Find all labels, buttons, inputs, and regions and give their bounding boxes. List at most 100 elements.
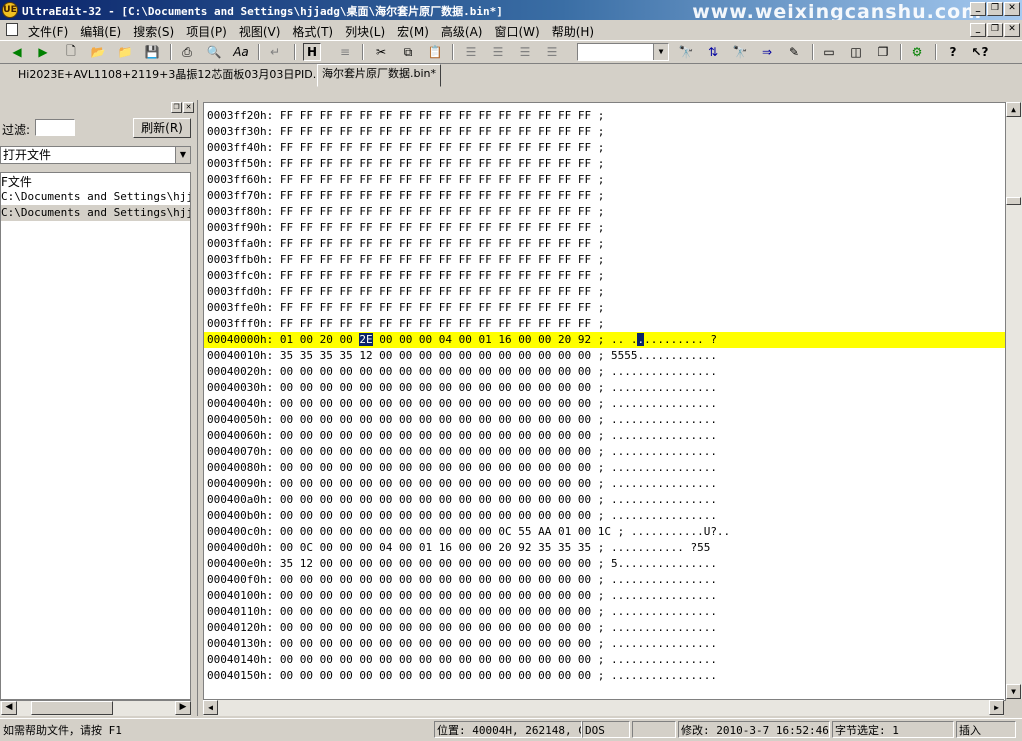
word-wrap-icon[interactable]: ↵	[266, 43, 284, 61]
open-files-dropdown[interactable]: 打开文件 ▼	[0, 146, 191, 164]
hex-line[interactable]: 000400f0h: 00 00 00 00 00 00 00 00 00 00…	[204, 572, 1005, 588]
chevron-down-icon[interactable]: ▼	[175, 147, 190, 163]
tab-file-pid[interactable]: Hi2023E+AVL1108+2119+3晶振12芯面板03月03日PID.b…	[14, 66, 337, 84]
paste-icon[interactable]: 📋	[426, 43, 444, 61]
hex-line[interactable]: 000400d0h: 00 0C 00 00 00 04 00 01 16 00…	[204, 540, 1005, 556]
refresh-button[interactable]: 刷新(R)	[133, 118, 191, 138]
hex-line[interactable]: 0003ff30h: FF FF FF FF FF FF FF FF FF FF…	[204, 124, 1005, 140]
hex-line[interactable]: 0003fff0h: FF FF FF FF FF FF FF FF FF FF…	[204, 316, 1005, 332]
menu-window[interactable]: 窗口(W)	[494, 25, 539, 39]
panel-horizontal-scrollbar[interactable]: ◀ ▶	[0, 700, 191, 716]
hex-line[interactable]: 000400c0h: 00 00 00 00 00 00 00 00 00 00…	[204, 524, 1005, 540]
menu-macro[interactable]: 宏(M)	[397, 25, 429, 39]
copy-icon[interactable]: ⧉	[399, 43, 417, 61]
tile-horizontal-icon[interactable]: ▭	[820, 43, 838, 61]
hex-line[interactable]: 00040150h: 00 00 00 00 00 00 00 00 00 00…	[204, 668, 1005, 684]
cascade-icon[interactable]: ❐	[874, 43, 892, 61]
document-icon[interactable]	[6, 23, 18, 36]
find-in-files-icon[interactable]: ⇅	[704, 43, 722, 61]
align-right-icon[interactable]: ☰	[516, 43, 534, 61]
ftp-icon[interactable]: ⚙	[908, 43, 926, 61]
spell-check-icon[interactable]: Aa	[232, 43, 250, 61]
file-list-item[interactable]: C:\Documents and Settings\hjjadg	[1, 205, 190, 221]
menu-format[interactable]: 格式(T)	[292, 25, 333, 39]
hex-line[interactable]: 000400b0h: 00 00 00 00 00 00 00 00 00 00…	[204, 508, 1005, 524]
scroll-down-icon[interactable]: ▼	[1006, 684, 1021, 699]
hex-line[interactable]: 00040040h: 00 00 00 00 00 00 00 00 00 00…	[204, 396, 1005, 412]
scroll-left-icon[interactable]: ◀	[1, 701, 17, 715]
print-icon[interactable]: ⎙	[178, 43, 196, 61]
hex-line[interactable]: 00040070h: 00 00 00 00 00 00 00 00 00 00…	[204, 444, 1005, 460]
menu-search[interactable]: 搜索(S)	[133, 25, 174, 39]
hex-line[interactable]: 00040080h: 00 00 00 00 00 00 00 00 00 00…	[204, 460, 1005, 476]
filter-input[interactable]	[35, 119, 75, 136]
align-center-icon[interactable]: ☰	[489, 43, 507, 61]
scroll-right-icon[interactable]: ▶	[989, 700, 1004, 715]
hex-line[interactable]: 0003ff80h: FF FF FF FF FF FF FF FF FF FF…	[204, 204, 1005, 220]
hex-line[interactable]: 0003ffa0h: FF FF FF FF FF FF FF FF FF FF…	[204, 236, 1005, 252]
hex-line[interactable]: 0003ffb0h: FF FF FF FF FF FF FF FF FF FF…	[204, 252, 1005, 268]
hex-line[interactable]: 00040120h: 00 00 00 00 00 00 00 00 00 00…	[204, 620, 1005, 636]
menu-help[interactable]: 帮助(H)	[552, 25, 594, 39]
editor-horizontal-scrollbar[interactable]: ◀ ▶	[203, 699, 1004, 716]
open-folder-icon[interactable]: 📂	[89, 43, 107, 61]
help-icon[interactable]: ?	[944, 43, 962, 61]
panel-close-button[interactable]: ✕	[183, 102, 194, 113]
scroll-up-icon[interactable]: ▲	[1006, 102, 1021, 117]
save-icon[interactable]: 💾	[143, 43, 161, 61]
hex-line[interactable]: 0003ff60h: FF FF FF FF FF FF FF FF FF FF…	[204, 172, 1005, 188]
close-button[interactable]: ✕	[1004, 2, 1020, 16]
hex-mode-icon[interactable]: H	[303, 43, 321, 61]
scroll-thumb[interactable]	[1006, 197, 1021, 205]
mdi-restore-button[interactable]: ❐	[987, 23, 1003, 37]
mdi-minimize-button[interactable]: _	[970, 23, 986, 37]
hex-line[interactable]: 0003ff70h: FF FF FF FF FF FF FF FF FF FF…	[204, 188, 1005, 204]
hex-line[interactable]: 0003ffd0h: FF FF FF FF FF FF FF FF FF FF…	[204, 284, 1005, 300]
menu-project[interactable]: 项目(P)	[186, 25, 227, 39]
search-combo[interactable]: ▼	[577, 43, 669, 61]
scroll-left-icon[interactable]: ◀	[203, 700, 218, 715]
editor-vertical-scrollbar[interactable]: ▲ ▼	[1005, 102, 1022, 699]
tab-file-haier[interactable]: 海尔套片原厂数据.bin*	[317, 64, 442, 87]
restore-button[interactable]: ❐	[987, 2, 1003, 16]
hex-line[interactable]: 00040130h: 00 00 00 00 00 00 00 00 00 00…	[204, 636, 1005, 652]
menu-column[interactable]: 列块(L)	[345, 25, 385, 39]
menu-file[interactable]: 文件(F)	[28, 25, 68, 39]
hex-editor[interactable]: 0003ff20h: FF FF FF FF FF FF FF FF FF FF…	[203, 102, 1006, 701]
menu-advanced[interactable]: 高级(A)	[441, 25, 483, 39]
find-icon[interactable]: 🔭	[677, 43, 695, 61]
bookmark-icon[interactable]: ✎	[785, 43, 803, 61]
panel-restore-button[interactable]: ❐	[171, 102, 182, 113]
hex-line[interactable]: 00040050h: 00 00 00 00 00 00 00 00 00 00…	[204, 412, 1005, 428]
align-left-icon[interactable]: ☰	[462, 43, 480, 61]
file-list-item[interactable]: C:\Documents and Settings\hjjadg	[1, 189, 190, 205]
goto-icon[interactable]: ⇒	[758, 43, 776, 61]
context-help-icon[interactable]: ↖?	[971, 43, 989, 61]
hex-line[interactable]: 00040140h: 00 00 00 00 00 00 00 00 00 00…	[204, 652, 1005, 668]
scroll-thumb[interactable]	[31, 701, 113, 715]
justify-icon[interactable]: ☰	[543, 43, 561, 61]
mdi-close-button[interactable]: ✕	[1004, 23, 1020, 37]
hex-line[interactable]: 0003ff50h: FF FF FF FF FF FF FF FF FF FF…	[204, 156, 1005, 172]
scroll-right-icon[interactable]: ▶	[175, 701, 191, 715]
chevron-down-icon[interactable]: ▼	[653, 44, 668, 60]
hex-line[interactable]: 00040100h: 00 00 00 00 00 00 00 00 00 00…	[204, 588, 1005, 604]
hex-line[interactable]: 00040020h: 00 00 00 00 00 00 00 00 00 00…	[204, 364, 1005, 380]
cut-icon[interactable]: ✂	[372, 43, 390, 61]
hex-line[interactable]: 00040030h: 00 00 00 00 00 00 00 00 00 00…	[204, 380, 1005, 396]
hex-line[interactable]: 0003ff90h: FF FF FF FF FF FF FF FF FF FF…	[204, 220, 1005, 236]
hex-line[interactable]: 00040060h: 00 00 00 00 00 00 00 00 00 00…	[204, 428, 1005, 444]
minimize-button[interactable]: _	[970, 2, 986, 16]
open-recent-icon[interactable]: 📁	[116, 43, 134, 61]
hex-line[interactable]: 0003ff40h: FF FF FF FF FF FF FF FF FF FF…	[204, 140, 1005, 156]
new-file-icon[interactable]: 🗋	[62, 43, 80, 61]
hex-line[interactable]: 000400a0h: 00 00 00 00 00 00 00 00 00 00…	[204, 492, 1005, 508]
replace-icon[interactable]: 🔭	[731, 43, 749, 61]
menu-edit[interactable]: 编辑(E)	[80, 25, 121, 39]
hex-line[interactable]: 00040090h: 00 00 00 00 00 00 00 00 00 00…	[204, 476, 1005, 492]
tile-vertical-icon[interactable]: ◫	[847, 43, 865, 61]
hex-line[interactable]: 000400e0h: 35 12 00 00 00 00 00 00 00 00…	[204, 556, 1005, 572]
hex-line[interactable]: 0003ffc0h: FF FF FF FF FF FF FF FF FF FF…	[204, 268, 1005, 284]
hex-line[interactable]: 0003ffe0h: FF FF FF FF FF FF FF FF FF FF…	[204, 300, 1005, 316]
forward-icon[interactable]: ▶	[34, 43, 52, 61]
